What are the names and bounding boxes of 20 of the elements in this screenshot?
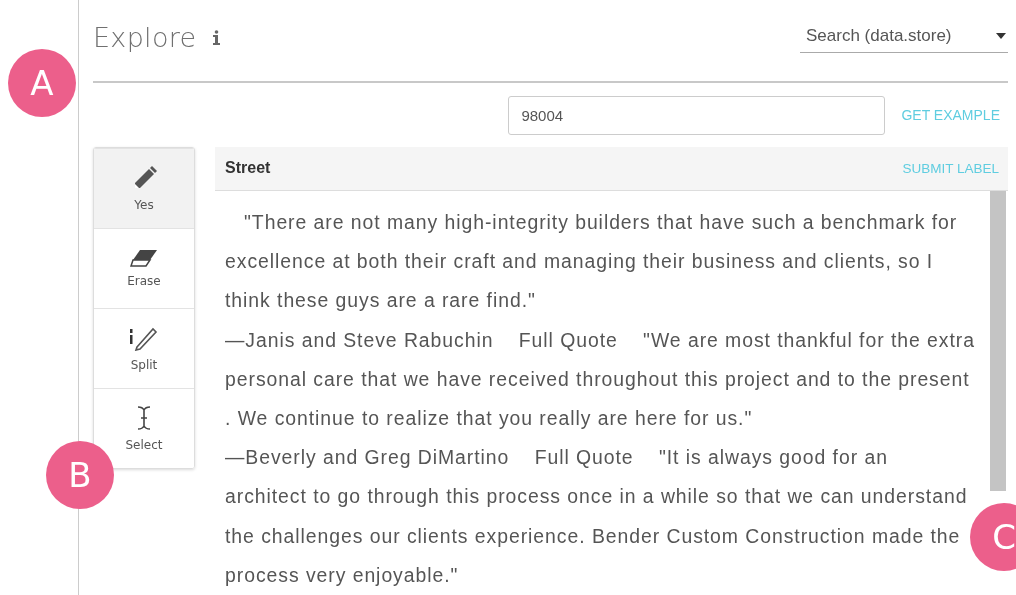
eraser-icon bbox=[130, 249, 158, 267]
example-input[interactable]: 98004 bbox=[508, 95, 886, 135]
field-label: Street bbox=[225, 159, 272, 178]
info-icon[interactable] bbox=[212, 30, 222, 45]
scrollbar[interactable] bbox=[990, 190, 1006, 491]
caret-icon bbox=[996, 33, 1006, 39]
callout-marker: A bbox=[8, 49, 76, 117]
tool-button[interactable]: Erase bbox=[94, 228, 194, 308]
example-text: —Janis and Steve Rabuchin Full Quote "We are most thankful for the extra personal care that we have received throughout this project and to the present . We continue to realize that you really are here for us." bbox=[225, 327, 976, 431]
callout-marker: C bbox=[970, 503, 1016, 571]
example-text: —Beverly and Greg DiMartino Full Quote "It is always good for an architect to go through this process once in a while so that we can understand the challenges our clients experience. Bender Custom Construction made the process very enjoyable." bbox=[225, 445, 969, 588]
example-text: "There are not many high-integrity builders that have such a benchmark for excellence at both their craft and managing their business and clients, so I think these guys are a rare find." bbox=[225, 209, 959, 314]
tool-button[interactable]: Split bbox=[94, 308, 194, 388]
text-cursor-icon bbox=[136, 405, 152, 431]
page-title: Explore bbox=[93, 22, 197, 53]
callout-marker: B bbox=[46, 441, 114, 509]
source-dropdown[interactable]: Search (data.store) bbox=[800, 22, 1008, 53]
tool-button[interactable]: Select bbox=[94, 388, 194, 468]
tool-button[interactable]: Yes bbox=[94, 148, 194, 228]
split-icon bbox=[129, 325, 159, 351]
